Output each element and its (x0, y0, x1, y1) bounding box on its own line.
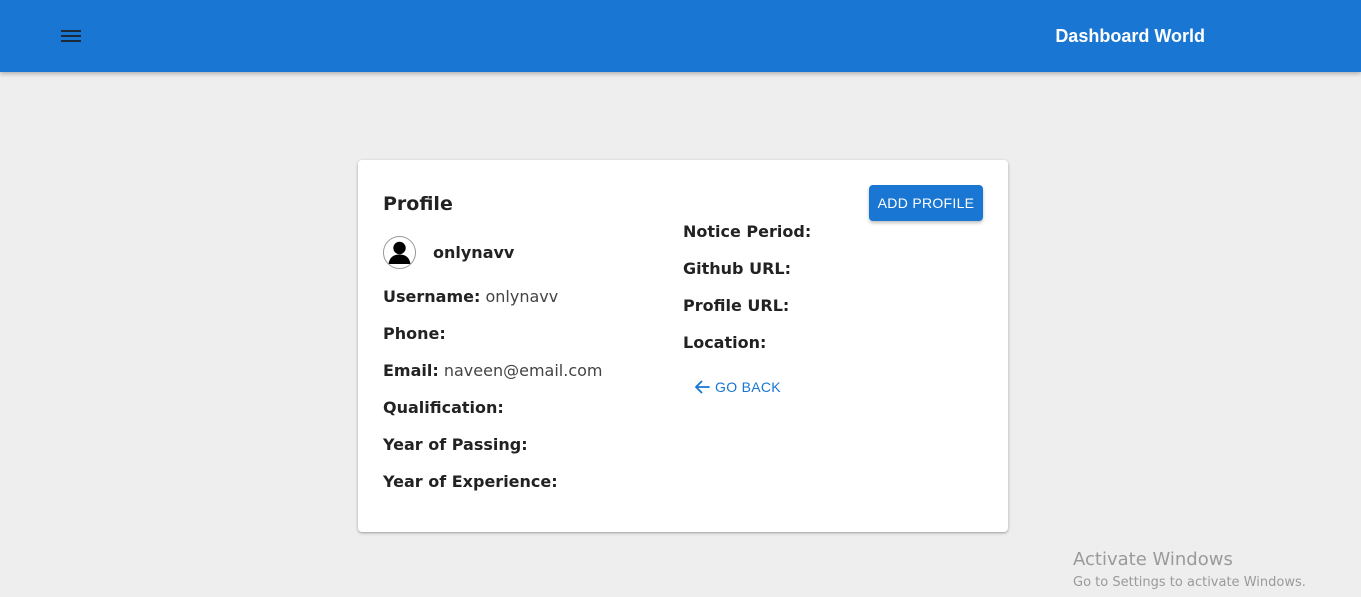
field-label: Github URL: (683, 259, 791, 278)
user-avatar-icon (388, 241, 411, 264)
field-profile-url: Profile URL: (683, 296, 811, 333)
profile-fields-right: Notice Period: Github URL: Profile URL: … (683, 222, 811, 370)
field-email: Email: naveen@email.com (383, 361, 602, 398)
field-qualification: Qualification: (383, 398, 602, 435)
field-label: Notice Period: (683, 222, 812, 241)
field-label: Location: (683, 333, 767, 352)
field-username: Username: onlynavv (383, 287, 602, 324)
hamburger-menu-icon (61, 30, 81, 42)
app-bar: Dashboard World (0, 0, 1361, 72)
field-year-of-experience: Year of Experience: (383, 472, 602, 509)
field-github-url: Github URL: (683, 259, 811, 296)
activate-windows-watermark: Activate Windows Go to Settings to activ… (1073, 549, 1306, 593)
field-year-of-passing: Year of Passing: (383, 435, 602, 472)
go-back-label: GO BACK (715, 379, 781, 395)
watermark-title: Activate Windows (1073, 549, 1233, 570)
display-name: onlynavv (433, 243, 515, 262)
field-value: naveen@email.com (443, 361, 603, 380)
profile-card: Profile onlynavv Username: onlynavv Phon… (358, 160, 1008, 532)
field-label: Qualification: (383, 398, 504, 417)
field-notice-period: Notice Period: (683, 222, 811, 259)
field-label: Phone: (383, 324, 446, 343)
field-label: Email: (383, 361, 439, 380)
add-profile-button[interactable]: ADD PROFILE (869, 185, 983, 221)
field-label: Username: (383, 287, 481, 306)
field-label: Year of Experience: (383, 472, 558, 491)
watermark-subtitle: Go to Settings to activate Windows. (1073, 575, 1306, 590)
field-location: Location: (683, 333, 811, 370)
field-label: Year of Passing: (383, 435, 528, 454)
profile-title: Profile (383, 193, 453, 215)
user-summary: onlynavv (383, 236, 514, 269)
arrow-left-icon (695, 380, 710, 394)
go-back-button[interactable]: GO BACK (693, 375, 781, 399)
profile-fields-left: Username: onlynavv Phone: Email: naveen@… (383, 287, 602, 509)
app-title: Dashboard World (1055, 26, 1205, 46)
avatar (383, 236, 416, 269)
field-value: onlynavv (485, 287, 559, 306)
menu-button[interactable] (54, 20, 88, 52)
field-label: Profile URL: (683, 296, 790, 315)
field-phone: Phone: (383, 324, 602, 361)
